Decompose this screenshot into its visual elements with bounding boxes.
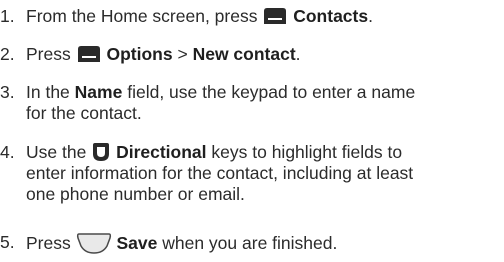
- step-text: In the Name field, use the keypad to ent…: [26, 82, 416, 123]
- step-number: 3.: [0, 82, 15, 102]
- center-softkey-icon: [76, 233, 111, 254]
- step-number: 5.: [0, 232, 15, 252]
- new-contact-label: New contact: [192, 44, 296, 64]
- step-text: Use the Directional keys to highlight fi…: [26, 142, 414, 204]
- directional-label: Directional: [116, 142, 207, 162]
- save-label: Save: [116, 233, 158, 253]
- left-softkey-icon: [264, 8, 287, 24]
- name-field-label: Name: [74, 82, 123, 102]
- step-text: From the Home screen, press Contacts.: [26, 6, 373, 26]
- step-number: 1.: [0, 6, 15, 26]
- step-number: 2.: [0, 44, 15, 64]
- left-softkey-icon: [77, 46, 100, 62]
- step-number: 4.: [0, 142, 15, 162]
- directional-key-icon: [93, 143, 110, 161]
- step-text: Press Options > New contact.: [26, 44, 301, 64]
- options-label: Options: [106, 44, 173, 64]
- step-text: Press Save when you are finished.: [26, 233, 338, 254]
- contacts-label: Contacts: [293, 6, 369, 26]
